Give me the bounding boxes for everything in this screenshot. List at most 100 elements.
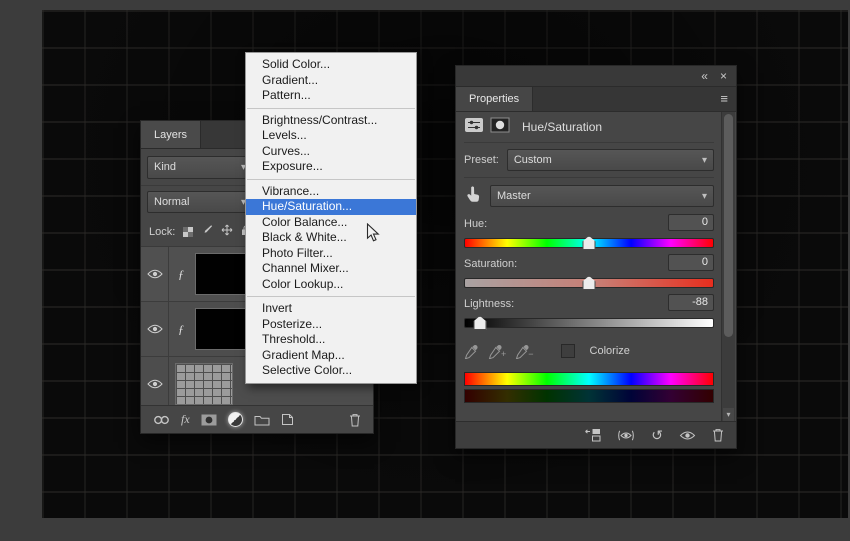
- colorize-label: Colorize: [589, 345, 630, 357]
- lightness-value-field[interactable]: -88: [668, 294, 714, 311]
- new-adjustment-layer-icon[interactable]: [227, 412, 243, 427]
- channel-dropdown[interactable]: Master ▾: [490, 185, 714, 207]
- menu-item-color-lookup[interactable]: Color Lookup...: [246, 277, 416, 293]
- saturation-slider-block: Saturation: 0: [464, 254, 714, 294]
- lightness-slider-block: Lightness: -88: [464, 294, 714, 334]
- lock-position-move-icon[interactable]: [221, 223, 233, 241]
- eyedropper-add-icon[interactable]: +: [488, 344, 506, 359]
- clipping-mask-indicator: ƒ: [178, 321, 184, 336]
- mouse-cursor: [366, 223, 380, 242]
- adjustment-header-row: Hue/Saturation: [464, 112, 714, 143]
- menu-item-gradient-map[interactable]: Gradient Map...: [246, 348, 416, 364]
- menu-item-color-balance[interactable]: Color Balance...: [246, 215, 416, 231]
- input-hue-spectrum-bar: [464, 372, 714, 386]
- scrollbar-thumb[interactable]: [724, 114, 733, 338]
- preset-row: Preset: Custom ▾: [464, 143, 714, 178]
- saturation-slider-thumb[interactable]: [582, 276, 596, 290]
- layer-visibility-eye-icon[interactable]: [141, 247, 169, 301]
- lightness-slider-thumb[interactable]: [473, 316, 487, 330]
- eyedropper-subtract-icon[interactable]: −: [515, 344, 534, 359]
- blend-mode-value: Normal: [154, 196, 190, 208]
- menu-item-posterize[interactable]: Posterize...: [246, 317, 416, 333]
- layer-filter-kind-value: Kind: [154, 161, 177, 173]
- output-hue-spectrum-bar: [464, 389, 714, 403]
- menu-item-brightness-contrast[interactable]: Brightness/Contrast...: [246, 113, 416, 129]
- saturation-label: Saturation:: [464, 258, 518, 270]
- menu-item-vibrance[interactable]: Vibrance...: [246, 184, 416, 200]
- layer-style-fx-icon[interactable]: fx: [181, 412, 190, 427]
- menu-item-threshold[interactable]: Threshold...: [246, 332, 416, 348]
- chevron-down-icon: ▾: [701, 190, 707, 202]
- minus-sign: −: [528, 348, 534, 359]
- channel-row: Master ▾: [464, 178, 714, 214]
- hue-slider-track[interactable]: [464, 236, 714, 250]
- layer-mask-icon[interactable]: [490, 117, 510, 138]
- properties-content: Hue/Saturation Preset: Custom ▾ Master ▾: [464, 112, 714, 422]
- adjustment-settings-icon[interactable]: [464, 117, 484, 138]
- spectrum-bars: [464, 372, 714, 403]
- menu-item-exposure[interactable]: Exposure...: [246, 159, 416, 175]
- lock-transparent-pixels-icon[interactable]: [183, 227, 194, 237]
- delete-layer-trash-icon[interactable]: [349, 413, 361, 427]
- menu-divider: [247, 178, 415, 180]
- preset-value: Custom: [513, 154, 552, 166]
- link-layers-icon[interactable]: [153, 415, 170, 425]
- plus-sign: +: [501, 348, 507, 359]
- panel-menu-icon[interactable]: ≡: [720, 91, 728, 106]
- saturation-value-field[interactable]: 0: [668, 254, 714, 271]
- panel-group-header: « ×: [456, 66, 736, 87]
- adjustment-title: Hue/Saturation: [522, 120, 603, 134]
- lightness-slider-track[interactable]: [464, 316, 714, 330]
- delete-adjustment-trash-icon[interactable]: [712, 428, 724, 442]
- collapse-to-icons-icon[interactable]: «: [701, 70, 708, 82]
- menu-item-solid-color[interactable]: Solid Color...: [246, 57, 416, 73]
- new-group-folder-icon[interactable]: [254, 414, 270, 426]
- eyedropper-row: + − Colorize: [464, 336, 714, 366]
- lock-label: Lock:: [149, 226, 176, 238]
- targeted-adjustment-hand-icon[interactable]: [464, 185, 482, 208]
- layer-visibility-eye-icon[interactable]: [141, 357, 169, 411]
- menu-item-photo-filter[interactable]: Photo Filter...: [246, 246, 416, 262]
- menu-item-gradient[interactable]: Gradient...: [246, 73, 416, 89]
- layer-filter-kind-dropdown[interactable]: Kind ▾: [147, 155, 253, 179]
- menu-item-curves[interactable]: Curves...: [246, 144, 416, 160]
- reset-to-defaults-icon[interactable]: ↺: [651, 428, 663, 442]
- close-panel-icon[interactable]: ×: [720, 70, 727, 82]
- eyedropper-icon[interactable]: [464, 344, 479, 359]
- blend-mode-dropdown[interactable]: Normal ▾: [147, 191, 253, 213]
- saturation-slider-track[interactable]: [464, 276, 714, 290]
- menu-item-levels[interactable]: Levels...: [246, 128, 416, 144]
- menu-item-black-and-white[interactable]: Black & White...: [246, 230, 416, 246]
- properties-bottom-toolbar: ↺: [456, 421, 736, 448]
- new-layer-icon[interactable]: [281, 413, 294, 426]
- layer-thumbnail-brick[interactable]: [175, 363, 233, 405]
- properties-scrollbar[interactable]: ▾: [721, 112, 735, 422]
- menu-item-selective-color[interactable]: Selective Color...: [246, 363, 416, 379]
- lock-image-pixels-brush-icon[interactable]: [201, 223, 213, 241]
- add-layer-mask-icon[interactable]: [201, 414, 217, 426]
- view-previous-state-icon[interactable]: [617, 430, 635, 441]
- toggle-visibility-eye-icon[interactable]: [679, 430, 696, 441]
- menu-item-hue-saturation[interactable]: Hue/Saturation...: [246, 199, 416, 215]
- layer-visibility-eye-icon[interactable]: [141, 302, 169, 356]
- hue-slider-thumb[interactable]: [582, 236, 596, 250]
- hue-value-field[interactable]: 0: [668, 214, 714, 231]
- colorize-checkbox[interactable]: [560, 344, 575, 358]
- preset-dropdown[interactable]: Custom ▾: [506, 149, 714, 171]
- layers-bottom-toolbar: fx: [141, 405, 373, 433]
- photoshop-workspace: Layers Kind ▾ Normal ▾ Lock: ƒ ƒ fx « × …: [0, 0, 850, 541]
- preset-label: Preset:: [464, 154, 499, 166]
- chevron-down-icon: ▾: [701, 154, 707, 166]
- menu-item-channel-mixer[interactable]: Channel Mixer...: [246, 261, 416, 277]
- clipping-mask-indicator: ƒ: [178, 266, 184, 281]
- scrollbar-down-arrow-icon[interactable]: ▾: [723, 408, 734, 421]
- clip-to-layer-icon[interactable]: [583, 428, 601, 442]
- menu-divider: [247, 296, 415, 297]
- tab-layers[interactable]: Layers: [141, 121, 202, 148]
- properties-tab-bar: Properties ≡: [456, 87, 736, 112]
- tab-properties[interactable]: Properties: [456, 87, 534, 111]
- adjustment-layer-menu: Solid Color... Gradient... Pattern... Br…: [245, 52, 417, 384]
- lightness-label: Lightness:: [464, 298, 515, 310]
- menu-item-invert[interactable]: Invert: [246, 301, 416, 317]
- menu-item-pattern[interactable]: Pattern...: [246, 88, 416, 104]
